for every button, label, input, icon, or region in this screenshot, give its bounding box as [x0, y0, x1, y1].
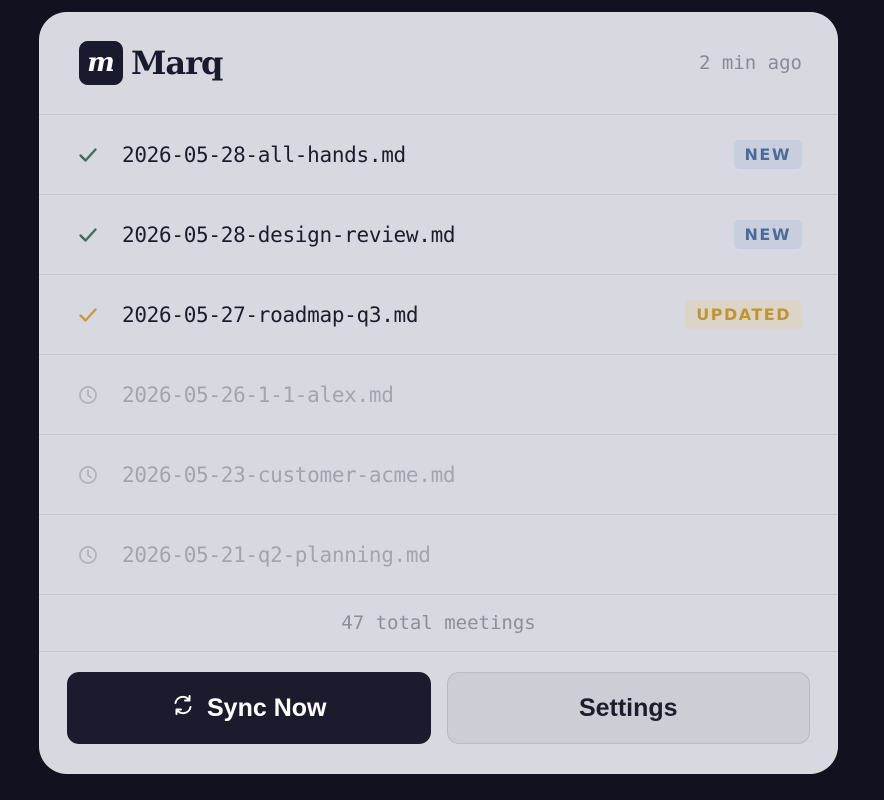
list-item[interactable]: 2026-05-23-customer-acme.md — [39, 435, 838, 515]
file-name: 2026-05-23-customer-acme.md — [122, 462, 456, 487]
refresh-icon — [171, 693, 195, 724]
last-sync-time: 2 min ago — [699, 52, 802, 74]
clock-icon — [77, 544, 99, 566]
status-badge: UPDATED — [685, 300, 802, 329]
status-badge: NEW — [733, 140, 802, 169]
logo-letter: m — [87, 48, 115, 78]
action-bar: Sync Now Settings — [39, 652, 838, 744]
total-meetings-count: 47 total meetings — [39, 595, 838, 652]
clock-icon — [77, 384, 99, 406]
list-item[interactable]: 2026-05-28-design-review.md NEW — [39, 195, 838, 275]
file-name: 2026-05-21-q2-planning.md — [122, 542, 431, 567]
clock-icon — [77, 464, 99, 486]
file-name: 2026-05-26-1-1-alex.md — [122, 382, 394, 407]
check-icon — [77, 304, 99, 326]
status-badge: NEW — [733, 220, 802, 249]
sync-panel: m Marq 2 min ago 2026-05-28-all-hands.md… — [39, 12, 838, 774]
app-name: Marq — [131, 44, 223, 82]
settings-button[interactable]: Settings — [446, 672, 810, 744]
file-name: 2026-05-28-design-review.md — [122, 222, 456, 247]
meeting-file-list: 2026-05-28-all-hands.md NEW 2026-05-28-d… — [39, 115, 838, 595]
file-name: 2026-05-28-all-hands.md — [122, 142, 406, 167]
list-item[interactable]: 2026-05-28-all-hands.md NEW — [39, 115, 838, 195]
panel-header: m Marq 2 min ago — [39, 12, 838, 115]
brand: m Marq — [79, 41, 223, 85]
list-item[interactable]: 2026-05-27-roadmap-q3.md UPDATED — [39, 275, 838, 355]
sync-now-label: Sync Now — [207, 693, 327, 722]
app-logo: m — [79, 41, 123, 85]
list-item[interactable]: 2026-05-26-1-1-alex.md — [39, 355, 838, 435]
file-name: 2026-05-27-roadmap-q3.md — [122, 302, 419, 327]
list-item[interactable]: 2026-05-21-q2-planning.md — [39, 515, 838, 595]
sync-now-button[interactable]: Sync Now — [67, 672, 431, 744]
settings-label: Settings — [578, 693, 678, 722]
check-icon — [77, 144, 99, 166]
check-icon — [77, 224, 99, 246]
